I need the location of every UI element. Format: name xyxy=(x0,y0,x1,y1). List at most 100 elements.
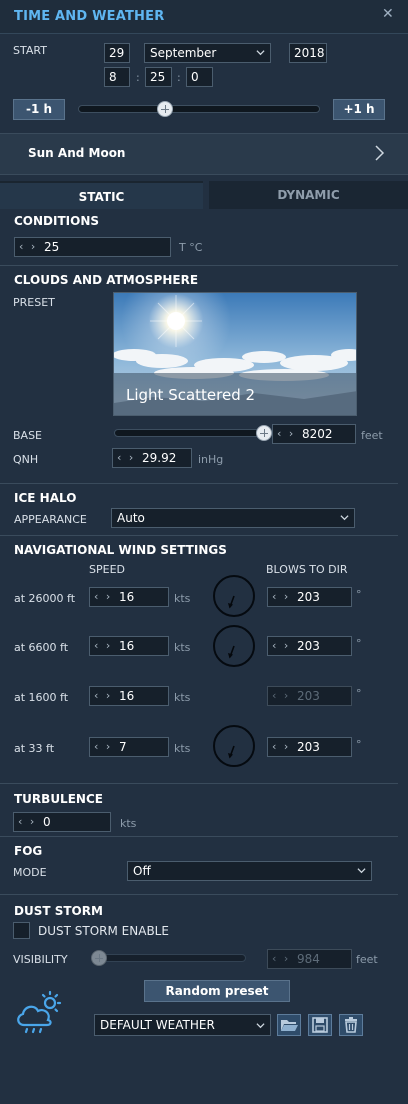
spinner-arrows-icon: ‹ › xyxy=(272,590,291,603)
spinner-arrows-icon: ‹ › xyxy=(94,590,113,603)
chevron-right-icon[interactable] xyxy=(373,144,385,162)
wind-direction-value: 203 xyxy=(297,740,320,754)
wind-altitude-label: at 1600 ft xyxy=(14,691,69,704)
base-spinner[interactable]: ‹ › 8202 xyxy=(272,424,356,444)
spinner-arrows-icon: ‹ › xyxy=(272,952,291,965)
dust-storm-enable-label: DUST STORM ENABLE xyxy=(38,924,169,938)
save-icon xyxy=(312,1017,328,1033)
wind-speed-spinner[interactable]: ‹ › 7 xyxy=(89,737,169,757)
degree-unit: ° xyxy=(356,738,362,751)
divider xyxy=(0,483,398,484)
minute-input[interactable]: 25 xyxy=(145,67,172,87)
visibility-label: VISIBILITY xyxy=(13,953,68,966)
chevron-down-icon xyxy=(256,50,265,56)
wind-speed-value: 16 xyxy=(119,639,135,653)
wind-altitude-label: at 33 ft xyxy=(14,742,55,755)
trash-icon xyxy=(345,1017,357,1033)
divider xyxy=(0,894,398,895)
day-input[interactable]: 29 xyxy=(104,43,130,63)
base-slider-knob[interactable] xyxy=(256,425,272,441)
wind-direction-spinner[interactable]: ‹ › 203 xyxy=(267,737,352,757)
visibility-slider-knob xyxy=(91,950,107,966)
time-separator: : xyxy=(177,71,181,84)
temperature-spinner[interactable]: ‹ › 25 xyxy=(14,237,171,257)
visibility-slider xyxy=(91,954,246,962)
turbulence-spinner[interactable]: ‹ › 0 xyxy=(13,812,111,832)
wind-direction-spinner[interactable]: ‹ › 203 xyxy=(267,636,352,656)
degree-unit: ° xyxy=(356,687,362,700)
conditions-title: CONDITIONS xyxy=(14,214,100,228)
month-select[interactable]: September xyxy=(144,43,271,63)
wind-direction-spinner[interactable]: ‹ › 203 xyxy=(267,587,352,607)
spinner-arrows-icon: ‹ › xyxy=(19,240,38,253)
wind-direction-dial[interactable] xyxy=(213,575,255,617)
chevron-down-icon xyxy=(340,515,349,521)
spinner-arrows-icon: ‹ › xyxy=(18,815,37,828)
wind-direction-spinner: ‹ › 203 xyxy=(267,686,352,706)
random-preset-button[interactable]: Random preset xyxy=(144,980,290,1002)
sun-and-moon-label: Sun And Moon xyxy=(28,146,126,160)
base-slider[interactable] xyxy=(114,429,260,437)
wind-speed-value: 16 xyxy=(119,689,135,703)
divider xyxy=(0,535,398,536)
time-slider[interactable] xyxy=(78,105,320,113)
time-slider-knob[interactable] xyxy=(157,101,173,117)
base-value: 8202 xyxy=(302,427,333,441)
preset-name: Light Scattered 2 xyxy=(126,386,256,404)
wind-speed-spinner[interactable]: ‹ › 16 xyxy=(89,636,169,656)
hour-input[interactable]: 8 xyxy=(104,67,130,87)
fog-mode-select[interactable]: Off xyxy=(127,861,372,881)
dust-storm-title: DUST STORM xyxy=(14,904,103,918)
wind-direction-value: 203 xyxy=(297,590,320,604)
turbulence-title: TURBULENCE xyxy=(14,792,103,806)
wind-altitude-label: at 6600 ft xyxy=(14,641,69,654)
open-preset-button[interactable] xyxy=(277,1014,301,1036)
wind-speed-spinner[interactable]: ‹ › 16 xyxy=(89,587,169,607)
wind-speed-value: 16 xyxy=(119,590,135,604)
start-label: START xyxy=(13,44,47,57)
temperature-unit: T °C xyxy=(179,241,203,254)
qnh-unit: inHg xyxy=(198,453,224,466)
close-icon[interactable]: ✕ xyxy=(382,6,394,22)
appearance-select[interactable]: Auto xyxy=(111,508,355,528)
wind-direction-dial[interactable] xyxy=(213,625,255,667)
year-input[interactable]: 2018 xyxy=(289,43,327,63)
tab-dynamic[interactable]: DYNAMIC xyxy=(209,181,408,209)
chevron-down-icon xyxy=(357,868,366,874)
wind-speed-unit: kts xyxy=(174,691,191,704)
plus-hour-button[interactable]: +1 h xyxy=(333,99,385,120)
wind-title: NAVIGATIONAL WIND SETTINGS xyxy=(14,543,227,557)
wind-speed-unit: kts xyxy=(174,742,191,755)
direction-header: BLOWS TO DIR xyxy=(266,563,348,576)
spinner-arrows-icon: ‹ › xyxy=(272,639,291,652)
visibility-value: 984 xyxy=(297,952,320,966)
spinner-arrows-icon: ‹ › xyxy=(117,451,136,464)
weather-preset-select[interactable]: DEFAULT WEATHER xyxy=(94,1014,271,1036)
wind-arrow-icon xyxy=(228,645,235,659)
dust-storm-checkbox[interactable] xyxy=(13,922,30,939)
speed-header: SPEED xyxy=(89,563,125,576)
wind-speed-value: 7 xyxy=(119,740,127,754)
spinner-arrows-icon: ‹ › xyxy=(277,427,296,440)
spinner-arrows-icon: ‹ › xyxy=(272,689,291,702)
minus-hour-button[interactable]: -1 h xyxy=(13,99,65,120)
second-input[interactable]: 0 xyxy=(186,67,213,87)
wind-speed-spinner[interactable]: ‹ › 16 xyxy=(89,686,169,706)
clouds-title: CLOUDS AND ATMOSPHERE xyxy=(14,273,199,287)
wind-direction-dial[interactable] xyxy=(213,725,255,767)
qnh-label: QNH xyxy=(13,453,39,466)
wind-direction-value: 203 xyxy=(297,689,320,703)
divider xyxy=(0,836,398,837)
weather-cloud-sun-icon xyxy=(17,990,62,1034)
qnh-spinner[interactable]: ‹ › 29.92 xyxy=(112,448,192,468)
ice-halo-title: ICE HALO xyxy=(14,491,77,505)
delete-preset-button[interactable] xyxy=(339,1014,363,1036)
tab-static[interactable]: STATIC xyxy=(0,181,203,209)
appearance-label: APPEARANCE xyxy=(14,513,87,526)
save-preset-button[interactable] xyxy=(308,1014,332,1036)
visibility-unit: feet xyxy=(356,953,378,966)
spinner-arrows-icon: ‹ › xyxy=(272,740,291,753)
chevron-down-icon xyxy=(256,1023,265,1029)
wind-arrow-icon xyxy=(228,745,235,759)
divider xyxy=(0,783,398,784)
